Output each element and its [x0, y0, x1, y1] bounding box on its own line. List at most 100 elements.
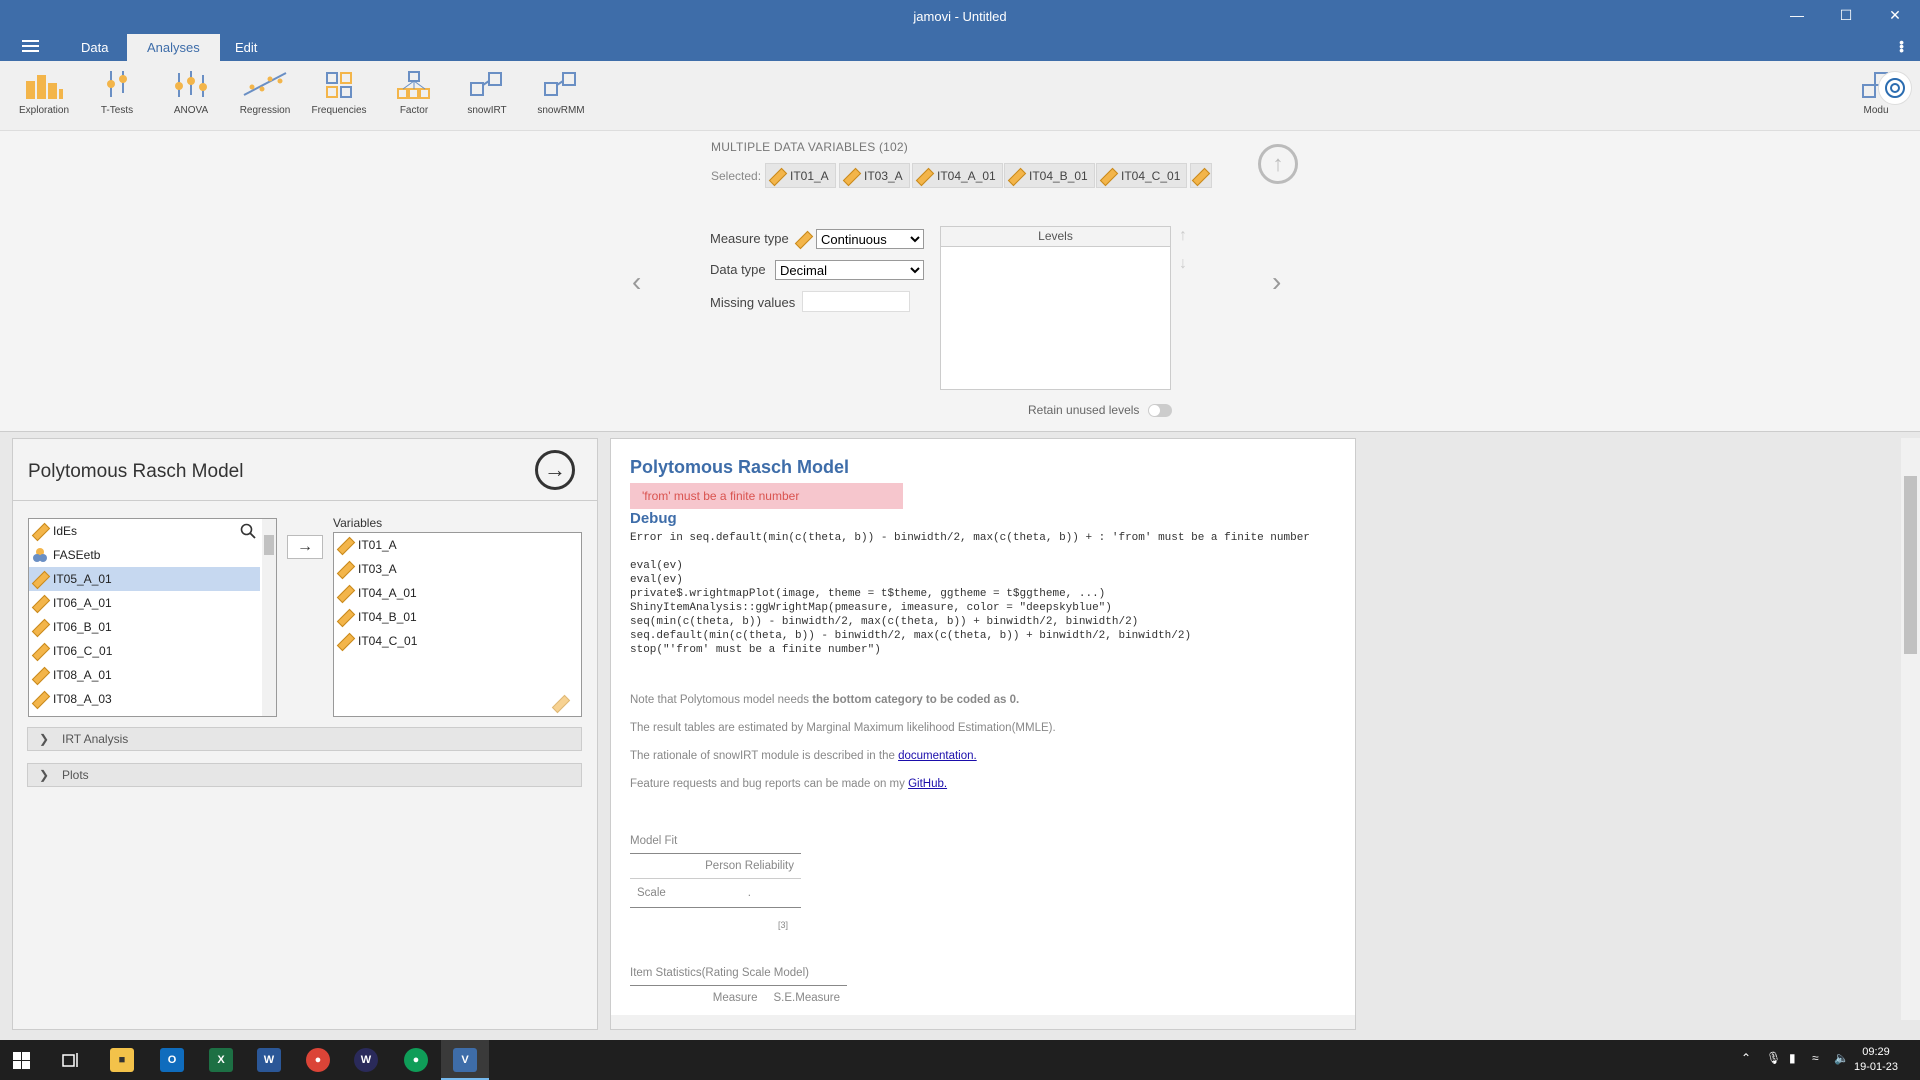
source-variable-list[interactable]: IdEs FASEetb IT05_A_01 IT06_A_01 IT06_B_… — [28, 518, 277, 717]
analyses-ribbon: Exploration T-Tests ANOVA Regression Fre… — [0, 61, 1920, 131]
selected-chip-overflow[interactable] — [1190, 163, 1212, 188]
retain-unused-levels-toggle[interactable] — [1148, 404, 1172, 417]
next-variable-icon[interactable]: › — [1272, 266, 1281, 298]
regression-button[interactable]: Regression — [229, 69, 301, 116]
frequencies-icon — [303, 69, 375, 99]
selected-chip[interactable]: IT04_C_01 — [1096, 163, 1188, 188]
file-explorer-icon[interactable]: ■ — [110, 1048, 134, 1072]
chrome-profile-icon[interactable]: ● — [404, 1048, 428, 1072]
list-item[interactable]: FASEetb — [29, 543, 276, 567]
minimize-icon[interactable]: — — [1774, 0, 1820, 30]
multiple-variables-heading: MULTIPLE DATA VARIABLES (102) — [711, 140, 908, 154]
model-fit-table: Person Reliability Scale. [3] — [630, 853, 801, 930]
table-header: Person Reliability — [630, 854, 801, 879]
analysis-options-panel: Polytomous Rasch Model → IdEs FASEetb IT… — [12, 438, 598, 1030]
microphone-icon[interactable]: 🎙 — [1766, 1051, 1781, 1065]
move-variable-button[interactable]: → — [287, 535, 323, 559]
exploration-button[interactable]: Exploration — [8, 69, 80, 116]
continuous-variable-icon — [917, 169, 931, 183]
title-bar: jamovi - Untitled — ☐ ✕ — [0, 0, 1920, 30]
close-options-icon[interactable]: → — [535, 450, 575, 490]
snowirt-button[interactable]: snowIRT — [451, 69, 523, 116]
list-item[interactable]: IT04_A_01 — [334, 581, 581, 605]
search-icon[interactable] — [240, 523, 256, 542]
continuous-variable-icon — [1193, 169, 1205, 183]
taskbar-clock[interactable]: 09:29 19-01-23 — [1854, 1045, 1898, 1075]
list-item[interactable]: IT03_A — [334, 557, 581, 581]
item-statistics-title: Item Statistics(Rating Scale Model) — [630, 967, 809, 979]
task-view-icon[interactable] — [62, 1052, 80, 1071]
missing-values-field[interactable] — [802, 291, 910, 312]
continuous-variable-icon — [33, 596, 47, 610]
excel-icon[interactable]: X — [209, 1048, 233, 1072]
outlook-icon[interactable]: O — [160, 1048, 184, 1072]
list-item[interactable]: IT04_C_01 — [334, 629, 581, 653]
level-up-icon[interactable]: ↑ — [1179, 227, 1187, 245]
github-link[interactable]: GitHub. — [908, 778, 947, 790]
continuous-variable-icon — [33, 572, 47, 586]
tray-overflow-icon[interactable]: ⌃ — [1741, 1051, 1751, 1065]
factor-button[interactable]: Factor — [378, 69, 450, 116]
plots-section[interactable]: ❯ Plots — [27, 763, 582, 787]
model-fit-title: Model Fit — [630, 835, 678, 847]
tab-data[interactable]: Data — [61, 34, 128, 61]
previous-variable-icon[interactable]: ‹ — [632, 266, 641, 298]
more-options-icon[interactable]: • • • — [1899, 35, 1904, 57]
level-down-icon[interactable]: ↓ — [1179, 255, 1187, 273]
frequencies-button[interactable]: Frequencies — [303, 69, 375, 116]
irt-analysis-section[interactable]: ❯ IRT Analysis — [27, 727, 582, 751]
wifi-icon[interactable]: ≈ — [1812, 1051, 1819, 1065]
snowrmm-button[interactable]: snowRMM — [525, 69, 597, 116]
results-title: Polytomous Rasch Model — [630, 457, 850, 477]
continuous-variable-icon — [770, 169, 784, 183]
selected-chip[interactable]: IT04_A_01 — [912, 163, 1003, 188]
results-vertical-scrollbar[interactable] — [1901, 438, 1920, 1020]
list-scrollbar[interactable] — [262, 519, 276, 716]
selected-chip[interactable]: IT01_A — [765, 163, 836, 188]
list-item[interactable]: IT08_A_01 — [29, 663, 276, 687]
missing-values-label: Missing values — [710, 295, 796, 310]
tab-analyses[interactable]: Analyses — [127, 34, 220, 61]
arrow-right-icon: → — [297, 538, 313, 555]
battery-icon[interactable]: ▮ — [1789, 1051, 1796, 1065]
anova-button[interactable]: ANOVA — [155, 69, 227, 116]
list-item[interactable]: IT05_A_01 — [29, 567, 260, 591]
assistant-icon[interactable] — [1878, 71, 1912, 105]
measure-type-select[interactable]: Continuous — [816, 229, 924, 249]
list-item[interactable]: IT06_A_01 — [29, 591, 276, 615]
documentation-link[interactable]: documentation. — [898, 750, 977, 762]
results-horizontal-scrollbar[interactable] — [611, 1015, 1355, 1029]
continuous-variable-icon — [796, 232, 810, 246]
close-icon[interactable]: ✕ — [1872, 0, 1918, 30]
selected-chip[interactable]: IT03_A — [839, 163, 910, 188]
maximize-icon[interactable]: ☐ — [1823, 0, 1869, 30]
collapse-setup-icon[interactable]: ↑ — [1258, 144, 1298, 184]
word-icon[interactable]: W — [257, 1048, 281, 1072]
list-item[interactable]: IdEs — [29, 519, 276, 543]
list-item[interactable]: IT01_A — [334, 533, 581, 557]
options-header: Polytomous Rasch Model → — [13, 439, 597, 501]
volume-icon[interactable]: 🔈 — [1834, 1051, 1849, 1065]
hamburger-menu-icon[interactable] — [22, 40, 39, 52]
variable-setup-panel: MULTIPLE DATA VARIABLES (102) Selected: … — [0, 131, 1920, 432]
variables-target-list[interactable]: IT01_A IT03_A IT04_A_01 IT04_B_01 IT04_C… — [333, 532, 582, 717]
t-tests-button[interactable]: T-Tests — [81, 69, 153, 116]
chrome-icon[interactable]: ● — [306, 1048, 330, 1072]
windows-start-icon[interactable] — [13, 1052, 30, 1069]
list-item[interactable]: IT08_A_03 — [29, 687, 276, 711]
list-item[interactable]: IT06_B_01 — [29, 615, 276, 639]
tab-edit[interactable]: Edit — [215, 34, 277, 61]
continuous-variable-icon — [338, 538, 352, 552]
continuous-variable-icon — [338, 586, 352, 600]
variables-label: Variables — [333, 516, 383, 530]
measure-type-label: Measure type — [710, 231, 789, 246]
error-message: 'from' must be a finite number — [630, 483, 903, 509]
selected-chip[interactable]: IT04_B_01 — [1004, 163, 1095, 188]
table-header: Measure S.E.Measure — [712, 992, 840, 1004]
list-item[interactable]: IT06_C_01 — [29, 639, 276, 663]
webex-icon[interactable]: W — [354, 1048, 378, 1072]
jamovi-icon[interactable]: V — [453, 1048, 477, 1072]
list-item[interactable]: IT04_B_01 — [334, 605, 581, 629]
data-type-select[interactable]: Decimal — [775, 260, 924, 280]
continuous-variable-icon — [338, 634, 352, 648]
